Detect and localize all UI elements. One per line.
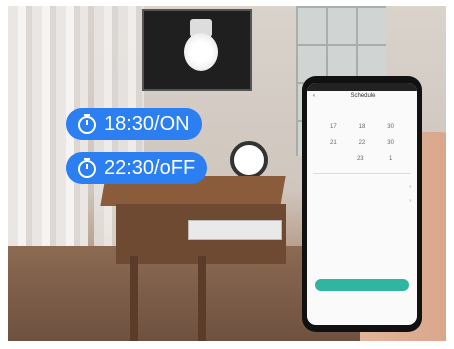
app-header: ‹ Schedule bbox=[307, 91, 417, 101]
app-title: Schedule bbox=[350, 93, 376, 99]
stopwatch-icon bbox=[78, 114, 96, 134]
time-picker[interactable]: 17 18 30 21 22 30 23 1 bbox=[307, 119, 417, 167]
phone-screen: ‹ Schedule 17 18 30 21 22 30 23 1 › › bbox=[307, 83, 417, 325]
divider bbox=[313, 173, 411, 174]
status-bar bbox=[307, 83, 417, 91]
save-button[interactable] bbox=[315, 279, 409, 291]
timer-on-label: 18:30/ON bbox=[104, 112, 190, 135]
product-photo-scene: 18:30/ON 22:30/oFF ‹ Schedule 17 18 30 21 2… bbox=[8, 6, 446, 341]
time-picker-row: 17 18 30 bbox=[329, 124, 394, 130]
light-bulb-icon bbox=[184, 33, 218, 71]
repeat-field[interactable]: › bbox=[307, 180, 417, 194]
alarm-clock bbox=[230, 141, 268, 179]
time-picker-row: 23 1 bbox=[356, 156, 393, 162]
time-picker-row-selected: 21 22 30 bbox=[329, 140, 394, 146]
stopwatch-icon bbox=[78, 158, 96, 178]
light-bulb-panel bbox=[142, 9, 252, 91]
timer-on-badge: 18:30/ON bbox=[66, 108, 202, 140]
timer-off-badge: 22:30/oFF bbox=[66, 152, 208, 184]
action-field[interactable]: › bbox=[307, 194, 417, 208]
table-leg bbox=[198, 256, 206, 341]
book bbox=[188, 220, 282, 240]
app-subtitle bbox=[307, 101, 417, 103]
timer-off-label: 22:30/oFF bbox=[104, 156, 196, 179]
smartphone: ‹ Schedule 17 18 30 21 22 30 23 1 › › bbox=[302, 76, 422, 332]
table-leg bbox=[130, 256, 138, 341]
